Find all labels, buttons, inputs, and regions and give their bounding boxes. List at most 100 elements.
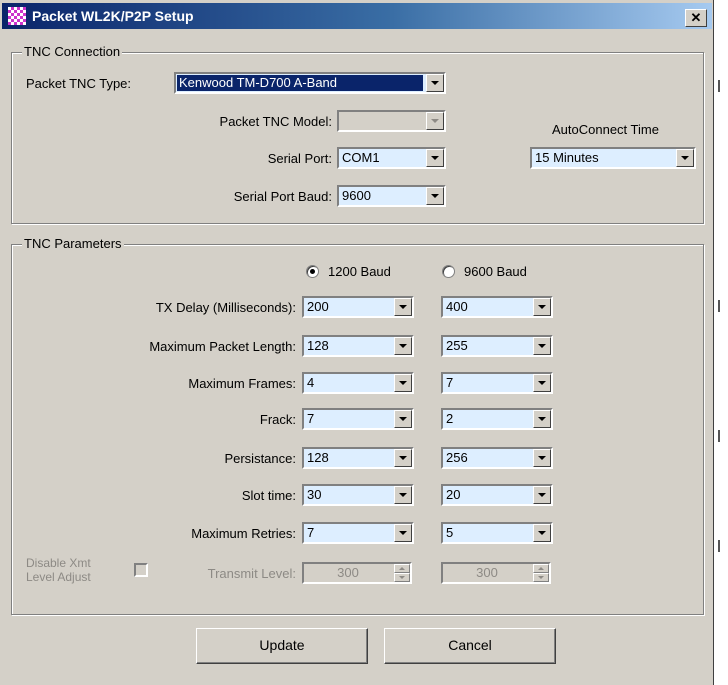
- chevron-down-icon: [426, 112, 444, 130]
- tx-delay-1200-select[interactable]: 200: [302, 296, 414, 318]
- max-packet-length-1200-select[interactable]: 128: [302, 335, 414, 357]
- chevron-down-icon[interactable]: [426, 187, 444, 205]
- max-packet-length-9600-value: 255: [446, 338, 468, 353]
- slot-time-1200-select[interactable]: 30: [302, 484, 414, 506]
- spin-down-icon: [533, 573, 549, 582]
- max-packet-length-1200-value: 128: [307, 338, 329, 353]
- serial-port-value: COM1: [342, 150, 380, 165]
- transmit-level-1200-stepper: 300: [302, 562, 412, 584]
- setup-dialog: Packet WL2K/P2P Setup ✕ TNC Connection P…: [0, 0, 714, 685]
- chevron-down-icon[interactable]: [394, 298, 412, 316]
- tnc-type-select[interactable]: Kenwood TM-D700 A-Band: [174, 72, 446, 94]
- tnc-type-label: Packet TNC Type:: [26, 76, 132, 91]
- chevron-down-icon[interactable]: [533, 449, 551, 467]
- edge-mark: [718, 430, 720, 442]
- transmit-level-9600-stepper: 300: [441, 562, 551, 584]
- close-button[interactable]: ✕: [685, 9, 707, 27]
- tx-delay-9600-select[interactable]: 400: [441, 296, 553, 318]
- chevron-down-icon[interactable]: [394, 449, 412, 467]
- update-button[interactable]: Update: [196, 628, 368, 664]
- serial-baud-select[interactable]: 9600: [337, 185, 446, 207]
- serial-baud-label: Serial Port Baud:: [233, 189, 332, 204]
- tnc-connection-group-title: TNC Connection: [22, 44, 123, 60]
- baud-1200-radio[interactable]: [306, 265, 319, 278]
- slot-time-1200-value: 30: [307, 487, 322, 502]
- app-checker-icon: [8, 7, 26, 25]
- max-frames-label: Maximum Frames:: [188, 376, 296, 391]
- autoconnect-label: AutoConnect Time: [552, 122, 659, 137]
- chevron-down-icon[interactable]: [394, 337, 412, 355]
- chevron-down-icon[interactable]: [533, 374, 551, 392]
- max-retries-9600-value: 5: [446, 525, 454, 540]
- close-icon: ✕: [690, 10, 702, 25]
- max-retries-1200-value: 7: [307, 525, 315, 540]
- chevron-down-icon[interactable]: [676, 149, 694, 167]
- max-frames-9600-select[interactable]: 7: [441, 372, 553, 394]
- persistance-1200-value: 128: [307, 450, 329, 465]
- frack-label: Frack:: [259, 412, 296, 427]
- title-bar[interactable]: Packet WL2K/P2P Setup ✕: [2, 3, 712, 29]
- transmit-level-9600-value: 300: [476, 565, 498, 580]
- edge-mark: [718, 300, 720, 312]
- max-frames-1200-select[interactable]: 4: [302, 372, 414, 394]
- transmit-level-1200-value: 300: [337, 565, 359, 580]
- chevron-down-icon[interactable]: [394, 374, 412, 392]
- max-frames-1200-value: 4: [307, 375, 315, 390]
- persistance-9600-value: 256: [446, 450, 468, 465]
- serial-port-label: Serial Port:: [267, 151, 332, 166]
- transmit-level-label: Transmit Level:: [207, 566, 296, 581]
- tx-delay-9600-value: 400: [446, 299, 468, 314]
- disable-xmt-label-line1: Disable Xmt: [26, 556, 91, 570]
- autoconnect-value: 15 Minutes: [535, 150, 599, 165]
- persistance-label: Persistance:: [224, 451, 296, 466]
- chevron-down-icon[interactable]: [426, 149, 444, 167]
- frack-1200-value: 7: [307, 411, 315, 426]
- chevron-down-icon[interactable]: [533, 410, 551, 428]
- serial-port-select[interactable]: COM1: [337, 147, 446, 169]
- chevron-down-icon[interactable]: [533, 486, 551, 504]
- chevron-down-icon[interactable]: [394, 410, 412, 428]
- chevron-down-icon[interactable]: [533, 298, 551, 316]
- chevron-down-icon[interactable]: [533, 524, 551, 542]
- persistance-9600-select[interactable]: 256: [441, 447, 553, 469]
- baud-9600-label[interactable]: 9600 Baud: [464, 264, 527, 280]
- frack-9600-select[interactable]: 2: [441, 408, 553, 430]
- tnc-parameters-group-title: TNC Parameters: [22, 236, 124, 252]
- tnc-model-select: [337, 110, 446, 132]
- serial-baud-value: 9600: [342, 188, 371, 203]
- window-title: Packet WL2K/P2P Setup: [32, 8, 194, 24]
- slot-time-9600-select[interactable]: 20: [441, 484, 553, 506]
- max-frames-9600-value: 7: [446, 375, 454, 390]
- disable-xmt-checkbox[interactable]: [134, 563, 148, 577]
- max-packet-length-9600-select[interactable]: 255: [441, 335, 553, 357]
- chevron-down-icon[interactable]: [426, 74, 444, 92]
- autoconnect-select[interactable]: 15 Minutes: [530, 147, 696, 169]
- slot-time-label: Slot time:: [241, 488, 296, 503]
- baud-9600-radio[interactable]: [442, 265, 455, 278]
- chevron-down-icon[interactable]: [394, 486, 412, 504]
- edge-mark: [718, 540, 720, 552]
- max-packet-length-label: Maximum Packet Length:: [149, 339, 296, 354]
- tx-delay-1200-value: 200: [307, 299, 329, 314]
- spin-up-icon: [533, 564, 549, 573]
- slot-time-9600-value: 20: [446, 487, 461, 502]
- baud-1200-label[interactable]: 1200 Baud: [328, 264, 391, 280]
- persistance-1200-select[interactable]: 128: [302, 447, 414, 469]
- chevron-down-icon[interactable]: [533, 337, 551, 355]
- tnc-model-value: [340, 113, 423, 129]
- background-window-edge: [714, 0, 728, 685]
- max-retries-label: Maximum Retries:: [191, 526, 296, 541]
- edge-mark: [718, 80, 720, 92]
- tnc-model-label: Packet TNC Model:: [219, 114, 332, 129]
- frack-1200-select[interactable]: 7: [302, 408, 414, 430]
- chevron-down-icon[interactable]: [394, 524, 412, 542]
- max-retries-9600-select[interactable]: 5: [441, 522, 553, 544]
- max-retries-1200-select[interactable]: 7: [302, 522, 414, 544]
- frack-9600-value: 2: [446, 411, 454, 426]
- spin-up-icon: [394, 564, 410, 573]
- tx-delay-label: TX Delay (Milliseconds):: [155, 300, 296, 315]
- disable-xmt-label-line2: Level Adjust: [26, 570, 91, 584]
- cancel-button[interactable]: Cancel: [384, 628, 556, 664]
- spin-down-icon: [394, 573, 410, 582]
- tnc-type-value: Kenwood TM-D700 A-Band: [177, 75, 423, 91]
